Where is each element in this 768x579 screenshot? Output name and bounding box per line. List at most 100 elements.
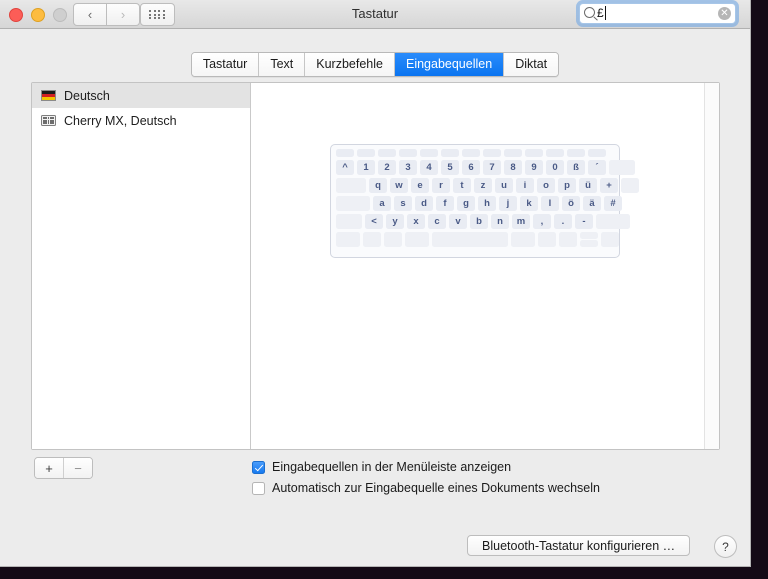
key-hash: #	[604, 196, 622, 211]
key-option-left	[384, 232, 402, 247]
key-capslock	[336, 196, 370, 211]
checkbox-label: Eingabequellen in der Menüleiste anzeige…	[272, 460, 512, 474]
checkbox-label: Automatisch zur Eingabequelle eines Doku…	[272, 481, 600, 495]
checkbox-row-menubar[interactable]: Eingabequellen in der Menüleiste anzeige…	[252, 460, 600, 475]
key-c: c	[428, 214, 446, 229]
remove-input-source-button[interactable]: −	[63, 458, 92, 478]
content-panel: Deutsch Cherry MX, Deutsch ^ 1 2 3 4 5 6…	[31, 82, 720, 450]
key-7: 7	[483, 160, 501, 175]
keyboard-row-home: a s d f g h j k l ö ä #	[336, 196, 622, 211]
key-arrow-right	[601, 232, 619, 247]
input-sources-list: Deutsch Cherry MX, Deutsch	[32, 83, 251, 449]
key-f4	[420, 149, 438, 157]
key-tab	[336, 178, 366, 193]
key-f1	[357, 149, 375, 157]
key-6: 6	[462, 160, 480, 175]
key-f10	[546, 149, 564, 157]
key-h: h	[478, 196, 496, 211]
configure-bluetooth-keyboard-button[interactable]: Bluetooth-Tastatur konfigurieren …	[467, 535, 691, 556]
key-k: k	[520, 196, 538, 211]
key-f6	[462, 149, 480, 157]
key-t: t	[453, 178, 471, 193]
key-period: .	[554, 214, 572, 229]
key-u: u	[495, 178, 513, 193]
clear-search-icon[interactable]: ✕	[718, 7, 731, 20]
key-arrow-left	[559, 232, 577, 247]
arrow-key-cluster	[580, 232, 598, 247]
key-n: n	[491, 214, 509, 229]
keyboard-icon	[41, 115, 56, 126]
checkbox-auto-switch-document[interactable]	[252, 482, 265, 495]
key-shift-left	[336, 214, 362, 229]
key-esc	[336, 149, 354, 157]
key-arrow-down	[580, 240, 598, 247]
keyboard-layout-preview: ^ 1 2 3 4 5 6 7 8 9 0 ß ´ q w e r t z u …	[330, 144, 639, 258]
tab-diktat[interactable]: Diktat	[504, 53, 559, 76]
key-w: w	[390, 178, 408, 193]
key-f9	[525, 149, 543, 157]
key-arrow-up	[580, 232, 598, 239]
key-space	[432, 232, 508, 247]
key-p: p	[558, 178, 576, 193]
search-icon	[584, 7, 595, 18]
key-aumlaut: ä	[583, 196, 601, 211]
key-uumlaut: ü	[579, 178, 597, 193]
key-9: 9	[525, 160, 543, 175]
tab-text[interactable]: Text	[259, 53, 306, 76]
key-f8	[504, 149, 522, 157]
key-d: d	[415, 196, 433, 211]
key-r: r	[432, 178, 450, 193]
key-1: 1	[357, 160, 375, 175]
key-f2	[378, 149, 396, 157]
key-acute: ´	[588, 160, 606, 175]
list-item-deutsch[interactable]: Deutsch	[32, 83, 250, 108]
key-oumlaut: ö	[562, 196, 580, 211]
text-caret	[605, 6, 606, 20]
checkbox-row-autoswitch[interactable]: Automatisch zur Eingabequelle eines Doku…	[252, 481, 600, 496]
key-f5	[441, 149, 459, 157]
help-button[interactable]: ?	[714, 535, 737, 558]
key-delete	[609, 160, 635, 175]
key-l: l	[541, 196, 559, 211]
options-group: Eingabequellen in der Menüleiste anzeige…	[252, 460, 600, 502]
system-preferences-window: ‹ › Tastatur £ ✕ Tastatur Text Kurzbefeh…	[0, 0, 751, 567]
list-item-label: Deutsch	[64, 88, 110, 103]
key-8: 8	[504, 160, 522, 175]
key-hyphen: -	[575, 214, 593, 229]
list-item-label: Cherry MX, Deutsch	[64, 113, 177, 128]
tab-group: Tastatur Text Kurzbefehle Eingabequellen…	[190, 52, 560, 77]
key-a: a	[373, 196, 391, 211]
tab-tastatur[interactable]: Tastatur	[191, 53, 260, 76]
key-b: b	[470, 214, 488, 229]
key-f3	[399, 149, 417, 157]
key-f: f	[436, 196, 454, 211]
keyboard-row-function	[336, 149, 614, 157]
list-item-cherry-mx[interactable]: Cherry MX, Deutsch	[32, 108, 250, 133]
german-flag-icon	[41, 90, 56, 101]
tab-kurzbefehle[interactable]: Kurzbefehle	[305, 53, 395, 76]
add-input-source-button[interactable]: +	[35, 458, 63, 478]
tab-eingabequellen[interactable]: Eingabequellen	[394, 53, 505, 76]
keyboard-row-top: q w e r t z u i o p ü +	[336, 178, 639, 193]
key-shift-right	[596, 214, 630, 229]
search-value: £	[597, 6, 604, 20]
key-plus: +	[600, 178, 618, 193]
checkbox-show-in-menubar[interactable]	[252, 461, 265, 474]
preview-scrollbar[interactable]	[704, 83, 719, 449]
key-f7	[483, 149, 501, 157]
key-q: q	[369, 178, 387, 193]
key-z: z	[474, 178, 492, 193]
key-g: g	[457, 196, 475, 211]
key-y: y	[386, 214, 404, 229]
key-s: s	[394, 196, 412, 211]
key-comma: ,	[533, 214, 551, 229]
key-4: 4	[420, 160, 438, 175]
window-titlebar: ‹ › Tastatur £ ✕	[0, 0, 750, 29]
key-control	[363, 232, 381, 247]
key-circumflex: ^	[336, 160, 354, 175]
key-3: 3	[399, 160, 417, 175]
key-f11	[567, 149, 585, 157]
key-o: o	[537, 178, 555, 193]
key-0: 0	[546, 160, 564, 175]
search-field-container[interactable]: £ ✕	[579, 3, 736, 24]
